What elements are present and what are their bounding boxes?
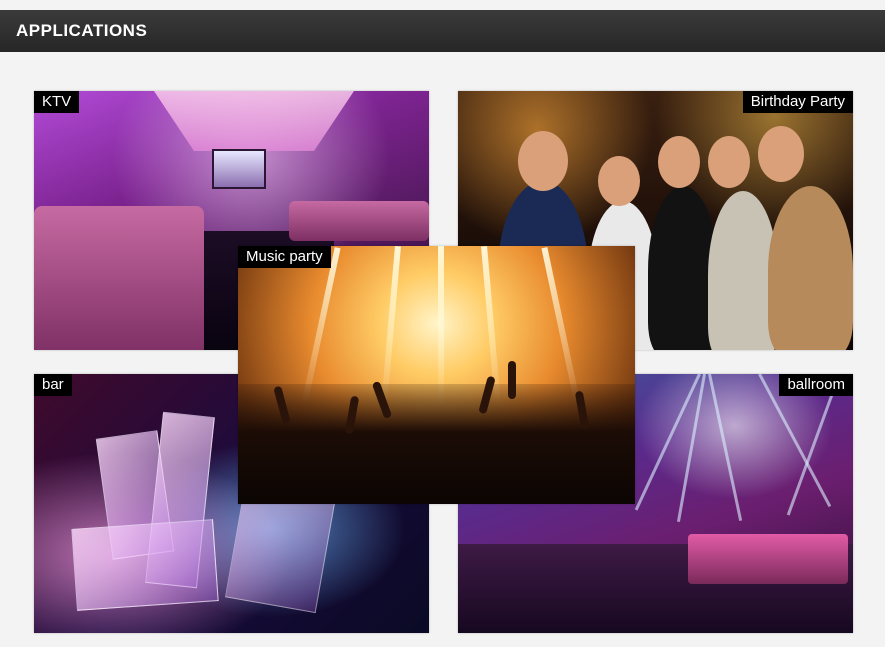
ballroom-bar-counter [688, 534, 848, 584]
section-header: APPLICATIONS [0, 10, 885, 52]
ktv-label: KTV [34, 91, 80, 113]
stage-light-ray [541, 247, 581, 405]
ballroom-label: ballroom [779, 374, 853, 396]
partygoer-head [658, 136, 700, 188]
birthday-party-label: Birthday Party [742, 91, 853, 113]
stage-light-ray [438, 246, 444, 406]
music-party-label: Music party [238, 246, 331, 268]
stage-light-ray [381, 246, 401, 406]
music-party-image: Music party [238, 246, 635, 504]
stage-light-ray [301, 247, 341, 405]
ktv-sofa-left [34, 206, 204, 350]
light-beam [676, 374, 706, 522]
partygoer-head [518, 131, 568, 191]
concert-crowd [238, 384, 635, 504]
ktv-screen [212, 149, 266, 189]
partygoer [768, 186, 853, 350]
partygoer-head [598, 156, 640, 206]
raised-hand [508, 361, 516, 399]
section-title: APPLICATIONS [16, 21, 148, 40]
light-beam [708, 374, 743, 522]
partygoer-head [758, 126, 804, 182]
partygoer-head [708, 136, 750, 188]
ice-sculpture [71, 519, 219, 611]
bar-label: bar [34, 374, 72, 396]
ktv-sofa-right [289, 201, 429, 241]
ice-sculpture [224, 486, 336, 614]
ktv-ceiling-light [154, 91, 354, 151]
